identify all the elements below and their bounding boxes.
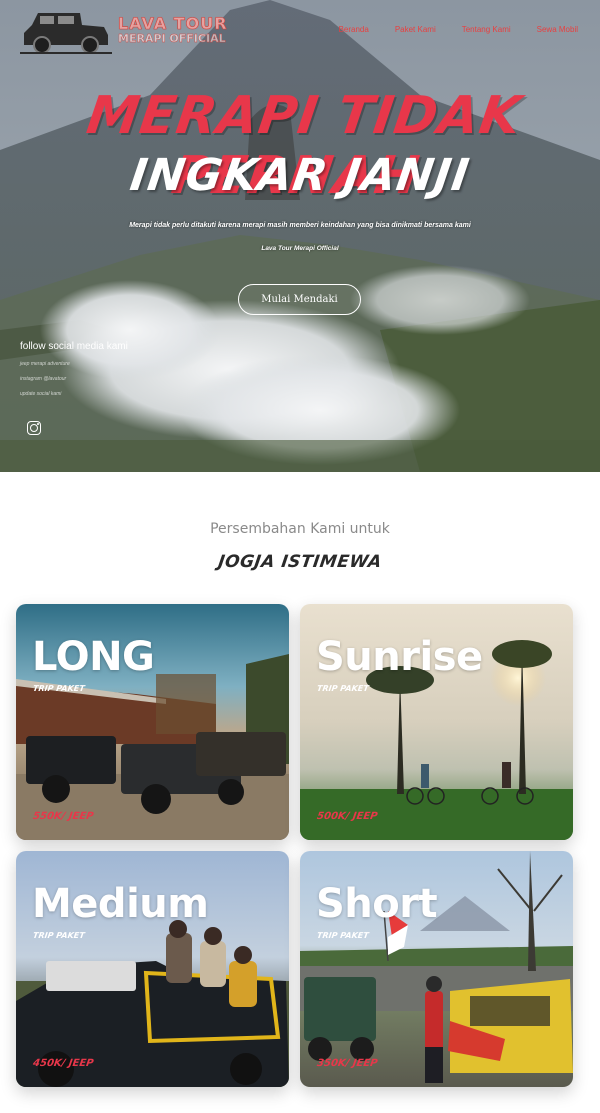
start-climb-button[interactable]: Mulai Mendaki <box>238 284 361 315</box>
package-title: LONG <box>32 634 155 680</box>
navbar: LAVA TOUR MERAPI OFFICIAL Beranda Paket … <box>0 0 600 60</box>
package-title: Medium <box>32 881 209 927</box>
social-line: instagram @lavatour <box>20 376 67 382</box>
package-card-short[interactable]: Short TRIP PAKET 350K/ JEEP <box>300 851 573 1087</box>
package-price: 350K/ JEEP <box>316 1058 379 1069</box>
package-price: 500K/ JEEP <box>316 811 379 822</box>
jeep-logo-icon <box>20 13 112 54</box>
section-title: JOGJA ISTIMEWA <box>216 552 384 572</box>
social-block: follow social media kami jeep merapi adv… <box>20 341 128 397</box>
social-title: follow social media kami <box>20 341 128 352</box>
package-price: 550K/ JEEP <box>32 811 95 822</box>
nav-link-beranda[interactable]: Beranda <box>339 25 369 34</box>
package-tag: TRIP PAKET <box>32 931 86 940</box>
package-title: Sunrise <box>316 634 483 680</box>
hero-brandline: Lava Tour Merapi Official <box>261 245 339 252</box>
nav-link-tentang-kami[interactable]: Tentang Kami <box>462 25 511 34</box>
package-tag: TRIP PAKET <box>32 684 86 693</box>
package-card-medium[interactable]: Medium TRIP PAKET 450K/ JEEP <box>16 851 289 1087</box>
section-subtitle: Persembahan Kami untuk <box>210 521 390 537</box>
brand-subtitle: MERAPI OFFICIAL <box>118 32 226 45</box>
nav-menu: Beranda Paket Kami Tentang Kami Sewa Mob… <box>339 25 578 34</box>
package-card-long[interactable]: LONG TRIP PAKET 550K/ JEEP <box>16 604 289 840</box>
package-card-sunrise[interactable]: Sunrise TRIP PAKET 500K/ JEEP <box>300 604 573 840</box>
brand-name: LAVA TOUR <box>118 14 228 33</box>
package-tag: TRIP PAKET <box>316 931 370 940</box>
nav-link-paket-kami[interactable]: Paket Kami <box>395 25 436 34</box>
hero-background-image <box>0 0 600 472</box>
package-price: 450K/ JEEP <box>32 1058 95 1069</box>
package-tag: TRIP PAKET <box>316 684 370 693</box>
hero-section: LAVA TOUR MERAPI OFFICIAL Beranda Paket … <box>0 0 600 472</box>
brand[interactable]: LAVA TOUR MERAPI OFFICIAL <box>20 5 228 55</box>
package-title: Short <box>316 881 438 927</box>
instagram-icon[interactable] <box>27 421 41 435</box>
hero-subtitle: Merapi tidak perlu ditakuti karena merap… <box>129 222 471 229</box>
nav-link-sewa-mobil[interactable]: Sewa Mobil <box>537 25 578 34</box>
social-line: update social kami <box>20 391 62 397</box>
hero-headline-secondary: INGKAR JANJI <box>127 150 473 201</box>
social-line: jeep merapi adventure <box>20 361 70 367</box>
